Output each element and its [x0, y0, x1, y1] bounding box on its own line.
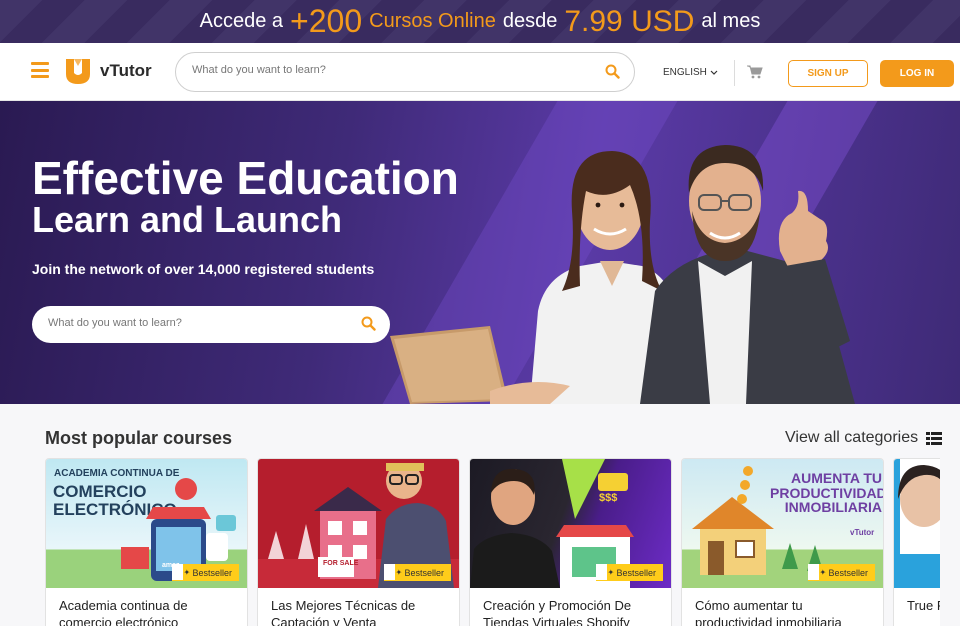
hero-subtitle-heading: Learn and Launch — [32, 199, 343, 240]
chevron-down-icon — [710, 70, 718, 75]
course-card[interactable]: AUMENTA TU PRODUCTIVIDAD INMOBILIARIA vT… — [681, 458, 884, 626]
search-icon[interactable] — [361, 316, 376, 331]
view-all-label: View all categories — [785, 429, 919, 446]
course-carousel: ACADEMIA CONTINUA DE COMERCIO ELECTRÓNIC… — [45, 458, 940, 626]
thumbs-up-icon: ✦ — [607, 568, 615, 577]
course-card[interactable]: ACADEMIA CONTINUA DE COMERCIO ELECTRÓNIC… — [45, 458, 248, 626]
promo-part-6: al mes — [701, 10, 761, 32]
hero-banner: Effective Education Learn and Launch Joi… — [0, 101, 960, 404]
course-card[interactable]: FOR SALE ✦ Bestseller Las Mejores Técnica… — [257, 458, 460, 626]
language-label: ENGLISH — [663, 67, 707, 78]
hero-tagline: Join the network of over 14,000 register… — [32, 261, 375, 277]
course-title: True P... Oració... — [907, 598, 940, 613]
hero-search-input[interactable] — [48, 317, 348, 329]
sign-up-button[interactable]: SIGN UP — [788, 60, 868, 87]
section-title: Most popular courses — [45, 428, 233, 448]
course-card[interactable]: $$$ ✦ Bestseller Creación y Promoción De … — [469, 458, 672, 626]
promo-banner[interactable]: Accede a +200 Cursos Online desde 7.99 U… — [0, 0, 960, 43]
course-title: Creación y Promoción De Tiendas Virtuale… — [483, 598, 632, 626]
promo-part-5: 7.99 USD — [564, 4, 695, 38]
bestseller-badge: ✦ Bestseller — [172, 564, 239, 581]
logo[interactable]: vTutor — [64, 57, 152, 85]
course-title: Academia continua de comercio electrónic… — [59, 598, 188, 626]
course-thumbnail: FOR SALE ✦ Bestseller — [258, 459, 459, 588]
bestseller-badge: ✦ Bestseller — [808, 564, 875, 581]
thumb-illustration — [898, 459, 940, 554]
bestseller-badge: ✦ Bestseller — [596, 564, 663, 581]
header-divider — [734, 60, 735, 86]
course-card[interactable]: True P... Oració... — [893, 458, 940, 626]
logo-icon — [66, 59, 90, 84]
thumbs-up-icon: ✦ — [819, 568, 827, 577]
promo-text: Accede a +200 Cursos Online desde 7.99 U… — [0, 0, 960, 43]
badge-label: Bestseller — [404, 567, 444, 578]
list-icon — [926, 431, 943, 445]
badge-label: Bestseller — [616, 567, 656, 578]
course-title: Las Mejores Técnicas de Captación y Vent… — [271, 598, 416, 626]
header-search — [175, 52, 635, 92]
view-all-categories-link[interactable]: View all categories — [785, 429, 943, 447]
search-icon[interactable] — [605, 64, 620, 79]
thumbs-up-icon: ✦ — [183, 568, 191, 577]
course-thumbnail — [894, 459, 940, 588]
header-search-input[interactable] — [192, 64, 592, 76]
thumb-sign: $$$ — [599, 492, 618, 504]
course-thumbnail: $$$ ✦ Bestseller — [470, 459, 671, 588]
badge-label: Bestseller — [192, 567, 232, 578]
promo-part-2: +200 — [290, 3, 363, 39]
promo-part-3: Cursos Online — [369, 10, 496, 32]
site-header: vTutor ENGLISH SIGN UP LOG IN — [0, 43, 960, 101]
cart-icon[interactable] — [747, 65, 763, 79]
hero-search — [32, 306, 390, 343]
hero-people-image — [390, 145, 855, 404]
course-thumbnail: AUMENTA TU PRODUCTIVIDAD INMOBILIARIA vT… — [682, 459, 883, 588]
hamburger-menu-icon[interactable] — [31, 62, 49, 78]
thumb-logo: vTutor — [850, 528, 875, 537]
thumbs-up-icon: ✦ — [395, 568, 403, 577]
logo-text: vTutor — [100, 61, 152, 80]
course-thumbnail: ACADEMIA CONTINUA DE COMERCIO ELECTRÓNIC… — [46, 459, 247, 588]
language-selector[interactable]: ENGLISH — [663, 67, 718, 78]
thumb-sign: FOR SALE — [323, 560, 359, 567]
log-in-button[interactable]: LOG IN — [880, 60, 954, 87]
course-title: Cómo aumentar tu productividad inmobilia… — [695, 598, 842, 626]
promo-part-1: Accede a — [199, 10, 284, 32]
bestseller-badge: ✦ Bestseller — [384, 564, 451, 581]
badge-label: Bestseller — [828, 567, 868, 578]
promo-part-4: desde — [502, 10, 558, 32]
